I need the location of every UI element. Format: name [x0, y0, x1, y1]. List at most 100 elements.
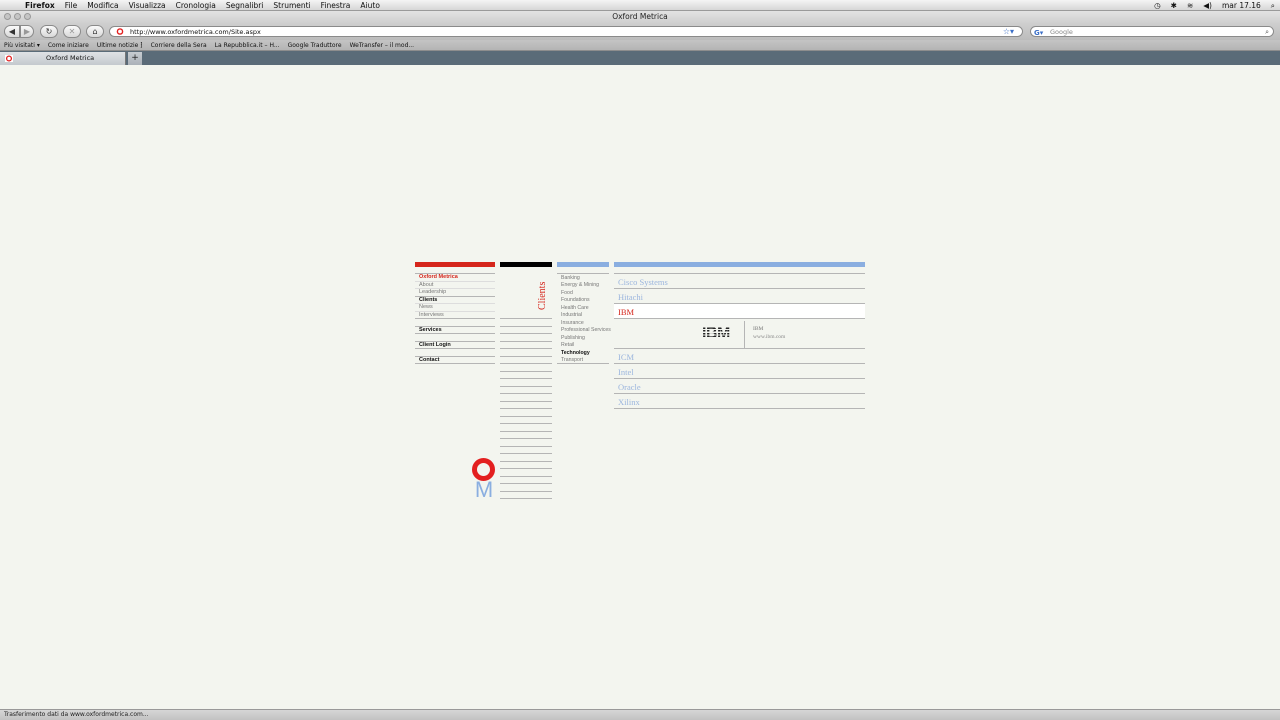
divider [614, 378, 865, 379]
nav-leadership[interactable]: Leadership [419, 289, 446, 295]
sector-health-care[interactable]: Health Care [561, 305, 589, 311]
time-machine-icon[interactable]: ◷ [1149, 1, 1166, 10]
bookmarks-toolbar: Più visitati ▾ Come iniziare Ultime noti… [0, 40, 1280, 51]
menu-cronologia[interactable]: Cronologia [171, 0, 221, 11]
tab-label: Oxford Metrica [46, 54, 95, 62]
bookmark-getting-started[interactable]: Come iniziare [44, 42, 93, 49]
back-button[interactable]: ◀ [4, 25, 20, 38]
oxford-metrica-site: Oxford Metrica About Leadership Clients … [415, 262, 865, 512]
divider [500, 491, 552, 492]
sector-retail[interactable]: Retail [561, 342, 574, 348]
stop-button[interactable]: ✕ [63, 25, 81, 38]
section-title: Clients [533, 274, 553, 314]
divider [614, 363, 865, 364]
divider [415, 348, 495, 349]
nav-oxford-metrica[interactable]: Oxford Metrica [419, 274, 458, 280]
zoom-window-button[interactable] [24, 13, 31, 20]
black-header-bar [500, 262, 552, 267]
wifi-icon[interactable]: ≋ [1182, 1, 1198, 10]
sector-food[interactable]: Food [561, 290, 573, 296]
status-bar: Trasferimento dati da www.oxfordmetrica.… [0, 709, 1280, 720]
tab-strip: Oxford Metrica + [0, 51, 1280, 65]
sector-banking[interactable]: Banking [561, 275, 580, 281]
url-bar[interactable]: http://www.oxfordmetrica.com/Site.aspx ☆… [109, 26, 1023, 37]
menu-strumenti[interactable]: Strumenti [268, 0, 315, 11]
section-title-text: Clients [537, 281, 548, 310]
divider [500, 438, 552, 439]
spotlight-icon[interactable]: ⌕ [1266, 1, 1280, 11]
sector-technology[interactable]: Technology [561, 350, 590, 356]
bookmark-repubblica[interactable]: La Repubblica.it – H... [211, 42, 284, 49]
nav-interviews[interactable]: Interviews [419, 312, 444, 318]
nav-clients[interactable]: Clients [419, 297, 437, 303]
divider [614, 348, 865, 349]
om-logo-m[interactable]: M [472, 478, 496, 502]
client-detail-url[interactable]: www.ibm.com [753, 334, 785, 340]
home-button[interactable]: ⌂ [86, 25, 104, 38]
bookmark-google-translate[interactable]: Google Traduttore [284, 42, 346, 49]
minimize-window-button[interactable] [14, 13, 21, 20]
divider [557, 273, 609, 274]
divider [500, 333, 552, 334]
sector-transport[interactable]: Transport [561, 357, 583, 363]
menu-modifica[interactable]: Modifica [82, 0, 123, 11]
sector-foundations[interactable]: Foundations [561, 297, 590, 303]
menu-finestra[interactable]: Finestra [316, 0, 356, 11]
reload-button[interactable]: ↻ [40, 25, 58, 38]
client-detail-panel: IBM IBM www.ibm.com [614, 319, 865, 348]
divider [500, 363, 552, 364]
google-icon[interactable]: G▾ [1034, 28, 1043, 38]
nav-client-login[interactable]: Client Login [419, 342, 451, 348]
menu-aiuto[interactable]: Aiuto [355, 0, 385, 11]
url-text: http://www.oxfordmetrica.com/Site.aspx [130, 28, 261, 36]
sector-industrial[interactable]: Industrial [561, 312, 582, 318]
forward-button[interactable]: ▶ [20, 25, 34, 38]
divider [500, 461, 552, 462]
menu-file[interactable]: File [60, 0, 83, 11]
divider [500, 371, 552, 372]
volume-icon[interactable]: ◀) [1198, 1, 1217, 10]
nav-about[interactable]: About [419, 282, 433, 288]
client-oracle[interactable]: Oracle [618, 382, 641, 392]
sector-professional-services[interactable]: Professional Services [561, 327, 611, 333]
sector-insurance[interactable]: Insurance [561, 320, 584, 326]
client-icm[interactable]: ICM [618, 352, 634, 362]
client-cisco-systems[interactable]: Cisco Systems [618, 277, 668, 287]
divider [500, 431, 552, 432]
blue-header-bar [557, 262, 609, 267]
red-header-bar [415, 262, 495, 267]
menu-visualizza[interactable]: Visualizza [124, 0, 171, 11]
client-hitachi[interactable]: Hitachi [618, 292, 643, 302]
divider [500, 453, 552, 454]
bookmark-star-icon[interactable]: ☆▾ [1003, 27, 1014, 37]
bookmark-wetransfer[interactable]: WeTransfer – il mod... [346, 42, 419, 49]
clock[interactable]: mar 17.16 [1217, 1, 1266, 10]
navigation-toolbar: ◀ ▶ ↻ ✕ ⌂ http://www.oxfordmetrica.com/S… [0, 23, 1280, 40]
bookmark-corriere[interactable]: Corriere della Sera [147, 42, 211, 49]
menu-firefox[interactable]: Firefox [20, 0, 60, 11]
client-intel[interactable]: Intel [618, 367, 634, 377]
active-client-row [614, 304, 865, 318]
divider [744, 321, 745, 348]
sector-publishing[interactable]: Publishing [561, 335, 585, 341]
bluetooth-icon[interactable]: ✱ [1166, 1, 1182, 10]
nav-services[interactable]: Services [419, 327, 442, 333]
nav-news[interactable]: News [419, 304, 433, 310]
window-titlebar: Oxford Metrica [0, 11, 1280, 23]
wide-blue-header-bar [614, 262, 865, 267]
search-input[interactable]: G▾ Google ⌕ [1030, 26, 1274, 37]
nav-contact[interactable]: Contact [419, 357, 439, 363]
tab-oxford-metrica[interactable]: Oxford Metrica [0, 52, 126, 65]
menubar-status-area: ◷ ✱ ≋ ◀) mar 17.16 ⌕ [1149, 0, 1280, 11]
close-window-button[interactable] [4, 13, 11, 20]
new-tab-button[interactable]: + [128, 52, 142, 65]
client-xilinx[interactable]: Xilinx [618, 397, 640, 407]
search-icon[interactable]: ⌕ [1265, 27, 1269, 37]
bookmark-latest-news[interactable]: Ultime notizie ⁆ [93, 42, 147, 49]
divider [500, 393, 552, 394]
menu-segnalibri[interactable]: Segnalibri [221, 0, 269, 11]
sector-energy-mining[interactable]: Energy & Mining [561, 282, 599, 288]
divider [500, 401, 552, 402]
client-ibm[interactable]: IBM [618, 307, 634, 317]
bookmark-most-visited[interactable]: Più visitati ▾ [0, 42, 44, 49]
